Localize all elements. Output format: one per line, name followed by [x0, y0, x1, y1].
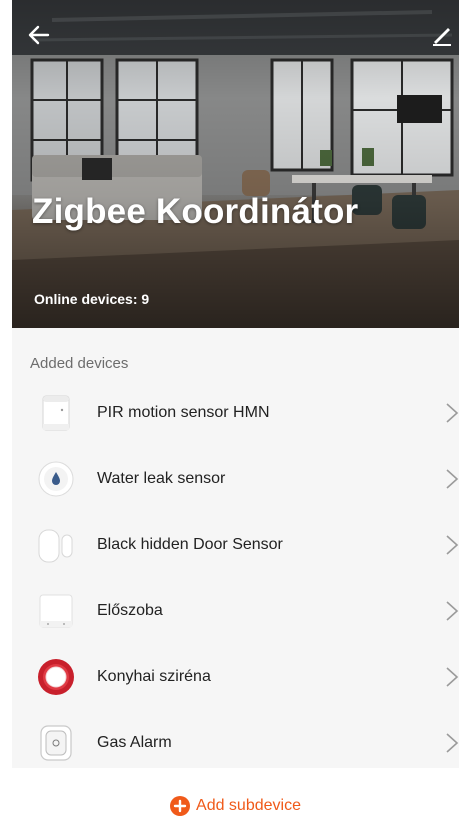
- device-name: Black hidden Door Sensor: [97, 536, 283, 553]
- device-name: Gas Alarm: [97, 734, 172, 751]
- device-title: Zigbee Koordinátor: [32, 192, 359, 231]
- edit-button[interactable]: [429, 22, 455, 48]
- device-row-pir[interactable]: PIR motion sensor HMN: [12, 381, 459, 447]
- device-row-siren[interactable]: Konyhai sziréna: [12, 645, 459, 711]
- device-name: PIR motion sensor HMN: [97, 404, 270, 421]
- device-detail-page: Zigbee Koordinátor Online devices: 9 Add…: [12, 0, 459, 840]
- chevron-right-icon: [446, 733, 459, 753]
- device-name: Előszoba: [97, 602, 163, 619]
- chevron-right-icon: [446, 403, 459, 423]
- device-name: Water leak sensor: [97, 470, 226, 487]
- device-name: Konyhai sziréna: [97, 668, 211, 685]
- chevron-right-icon: [446, 469, 459, 489]
- device-row-gas-alarm[interactable]: Gas Alarm: [12, 711, 459, 777]
- add-subdevice-label: Add subdevice: [196, 797, 301, 814]
- chevron-right-icon: [446, 601, 459, 621]
- device-row-door-sensor[interactable]: Black hidden Door Sensor: [12, 513, 459, 579]
- water-leak-sensor-icon: [38, 461, 74, 497]
- arrow-left-icon: [28, 25, 50, 45]
- chevron-right-icon: [446, 667, 459, 687]
- back-button[interactable]: [26, 22, 52, 48]
- hero-overlay: [12, 0, 459, 328]
- added-devices-list: Added devices PIR motion sensor HMN Wate…: [12, 328, 459, 768]
- pir-sensor-icon: [42, 395, 70, 431]
- hero-banner: Zigbee Koordinátor Online devices: 9: [12, 0, 459, 328]
- hub-device-icon: [39, 594, 73, 628]
- online-devices-count: Online devices: 9: [34, 291, 150, 307]
- gas-alarm-icon: [40, 725, 72, 761]
- chevron-right-icon: [446, 535, 459, 555]
- door-sensor-icon: [38, 529, 73, 563]
- plus-circle-icon: [170, 796, 191, 816]
- pencil-icon: [433, 28, 451, 46]
- siren-icon: [38, 659, 74, 695]
- device-row-water-leak[interactable]: Water leak sensor: [12, 447, 459, 513]
- section-label: Added devices: [30, 355, 129, 372]
- add-subdevice-button[interactable]: Add subdevice: [12, 795, 459, 817]
- device-row-eloszoba[interactable]: Előszoba: [12, 579, 459, 645]
